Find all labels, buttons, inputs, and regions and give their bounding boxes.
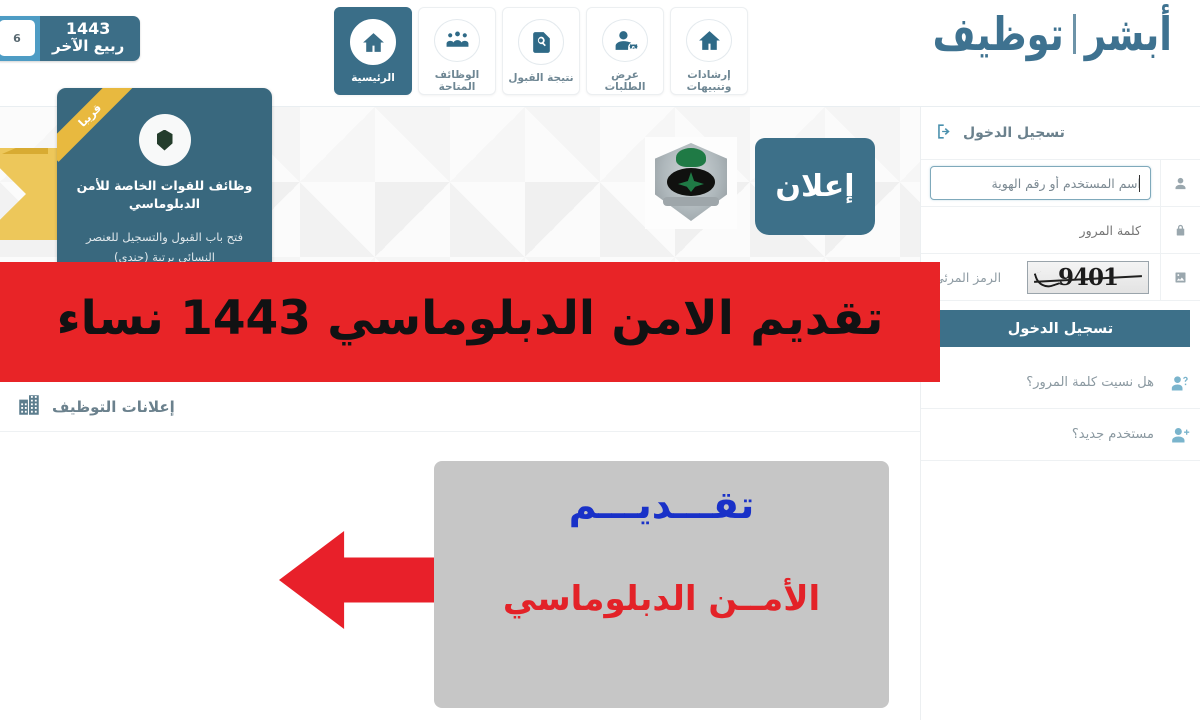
nav-item-guides-alerts[interactable]: إرشادات وتنبيهات: [670, 7, 748, 95]
nav-label-guides-alerts: إرشادات وتنبيهات: [686, 68, 732, 94]
jobs-section-title: إعلانات التوظيف: [52, 397, 175, 416]
captcha-field-cell: 9401 الرمز المرئي: [921, 260, 1160, 294]
image-icon: [1160, 254, 1200, 300]
new-user-link[interactable]: مستخدم جديد؟: [921, 427, 1160, 442]
user-settings-icon: [602, 19, 648, 62]
login-panel-header: تسجيل الدخول: [921, 107, 1200, 160]
captcha-image: 9401: [1027, 260, 1149, 294]
people-group-icon: [434, 19, 480, 62]
username-input[interactable]: [930, 166, 1151, 200]
login-panel: تسجيل الدخول اسم المستخدم أو رقم الهوية …: [920, 107, 1200, 720]
building-icon: [16, 392, 42, 422]
username-field-cell: [921, 166, 1160, 200]
card-emblem: [138, 114, 191, 166]
hijri-day: 6: [0, 20, 35, 57]
hijri-year: 1443: [65, 19, 111, 38]
user-icon: [1160, 160, 1200, 206]
user-add-icon: [1160, 425, 1200, 445]
hijri-date-badge: 6 1443 ربيع الآخر: [0, 16, 141, 61]
forgot-password-row[interactable]: هل نسيت كلمة المرور؟: [921, 357, 1200, 409]
logo-word-tawzeef: توظيف: [932, 7, 1064, 61]
home-alt-icon: [686, 19, 732, 62]
password-input[interactable]: [930, 213, 1151, 247]
nav-label-view-applications: عرض الطلبات: [604, 68, 646, 94]
red-headline-text: تقديم الامن الدبلوماسي 1443 نساء: [56, 291, 884, 347]
highlight-line-1: تقـــديـــم: [568, 483, 756, 527]
username-row: [921, 160, 1200, 207]
card-emblem-shield: [156, 129, 173, 151]
password-field-cell: [921, 213, 1160, 247]
nav-label-acceptance-result: نتيجة القبول: [508, 72, 574, 84]
card-corner-ribbon: قريبا: [57, 88, 141, 172]
login-submit-button[interactable]: تسجيل الدخول: [931, 310, 1190, 347]
highlight-line-2: الأمــن الدبلوماسي: [502, 579, 821, 619]
lock-icon: [1160, 207, 1200, 253]
announcement-badge: إعلان: [755, 138, 875, 235]
emblem-crown: [676, 148, 706, 167]
hijri-day-wrap: 6: [0, 16, 40, 61]
captcha-row: 9401 الرمز المرئي: [921, 254, 1200, 301]
password-row: [921, 207, 1200, 254]
highlight-panel: تقـــديـــم الأمــن الدبلوماسي: [434, 461, 889, 708]
captcha-label: الرمز المرئي: [934, 269, 1002, 285]
card-ribbon-label: قريبا: [57, 88, 137, 162]
announcement-label: إعلان: [775, 169, 855, 204]
nav-item-available-jobs[interactable]: الوظائف المتاحة: [418, 7, 496, 95]
nav-item-acceptance-result[interactable]: نتيجة القبول: [502, 7, 580, 95]
hijri-text: 1443 ربيع الآخر: [40, 16, 140, 61]
nav-label-home: الرئيسية: [351, 72, 395, 84]
text-cursor: [1139, 175, 1140, 192]
login-icon: [935, 122, 954, 145]
diplomatic-security-emblem: [645, 137, 737, 229]
document-search-icon: [518, 19, 564, 65]
hijri-month: ربيع الآخر: [52, 37, 125, 56]
logo-divider: [1072, 14, 1076, 54]
main-navigation: الرئيسية الوظائف المتاحة نتيجة القبول عر…: [334, 7, 748, 95]
login-panel-title: تسجيل الدخول: [963, 125, 1065, 141]
forgot-password-link[interactable]: هل نسيت كلمة المرور؟: [921, 375, 1160, 390]
nav-item-home[interactable]: الرئيسية: [334, 7, 412, 95]
page-root: 6 1443 ربيع الآخر الرئيسية الوظائف المتا…: [0, 0, 1200, 720]
job-card-title: وظائف للقوات الخاصة للأمن الدبلوماسي: [76, 178, 253, 212]
emblem-ribbon: [663, 197, 719, 206]
logo-word-absher: أبشر: [1084, 7, 1172, 61]
red-headline-banner: تقديم الامن الدبلوماسي 1443 نساء: [0, 262, 940, 382]
user-question-icon: [1160, 373, 1200, 393]
home-icon: [350, 19, 396, 65]
site-logo[interactable]: أبشر توظيف: [932, 7, 1172, 61]
nav-item-view-applications[interactable]: عرض الطلبات: [586, 7, 664, 95]
captcha-noise-hook: [1033, 266, 1061, 291]
jobs-section-header: إعلانات التوظيف: [0, 382, 920, 432]
nav-label-available-jobs: الوظائف المتاحة: [434, 68, 480, 94]
new-user-row[interactable]: مستخدم جديد؟: [921, 409, 1200, 461]
